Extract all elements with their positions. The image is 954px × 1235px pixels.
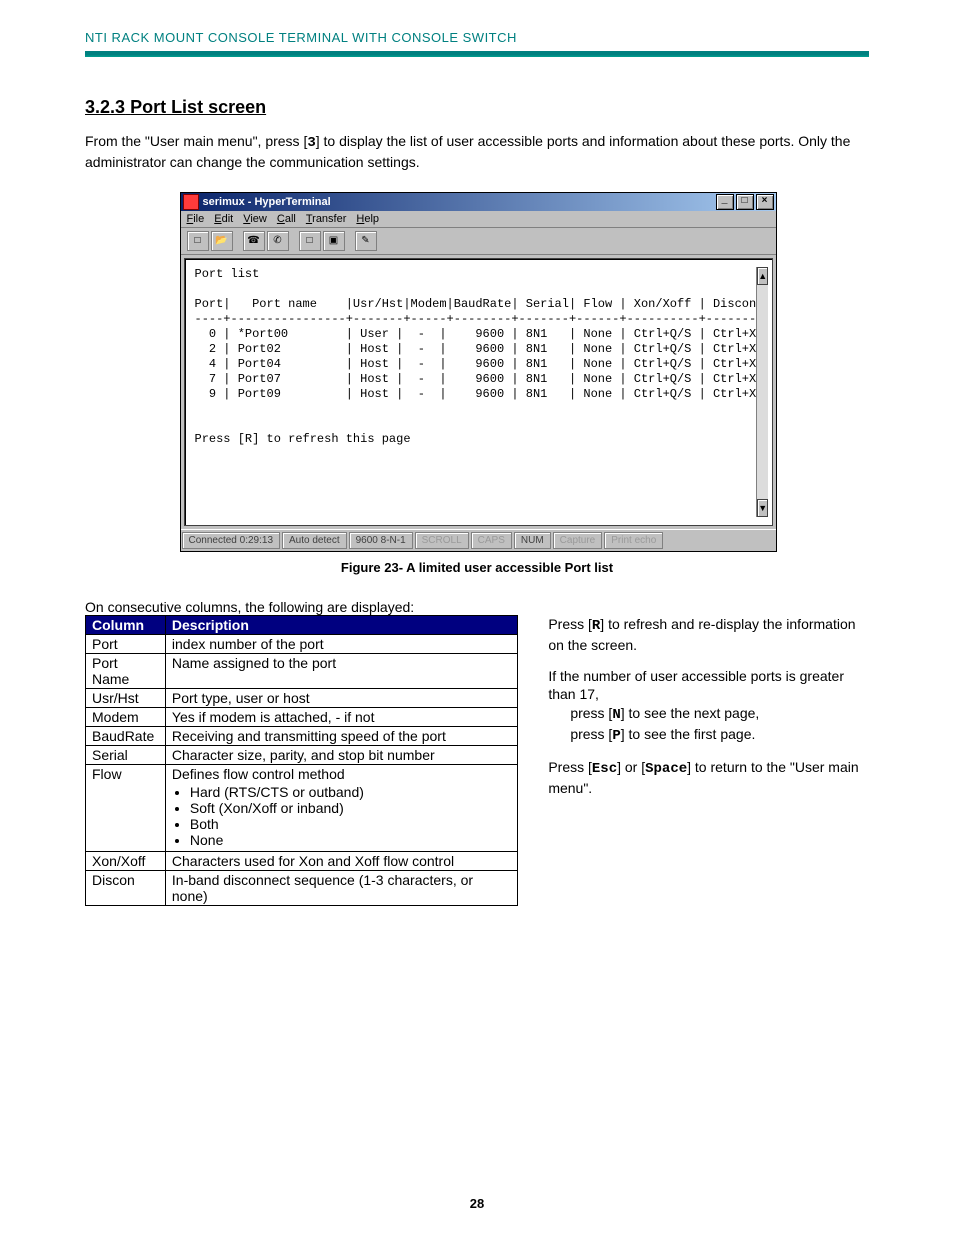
menu-view[interactable]: View [243, 213, 267, 225]
figure-caption: Figure 23- A limited user accessible Por… [85, 560, 869, 575]
table-header-description: Description [165, 615, 517, 634]
hyperterminal-window: serimux - HyperTerminal _ □ × File Edit … [180, 192, 777, 552]
toolbar-call-icon[interactable]: ☎ [243, 231, 265, 251]
menu-bar: File Edit View Call Transfer Help [181, 211, 776, 228]
table-cell-description: Characters used for Xon and Xoff flow co… [165, 851, 517, 870]
table-cell-description: Defines flow control methodHard (RTS/CTS… [165, 764, 517, 851]
section-heading: 3.2.3 Port List screen [85, 97, 869, 118]
page-number: 28 [0, 1196, 954, 1211]
toolbar-receive-icon[interactable]: ▣ [323, 231, 345, 251]
note-paging: If the number of user accessible ports i… [548, 667, 869, 747]
table-cell-description: Yes if modem is attached, - if not [165, 707, 517, 726]
toolbar: □ 📂 ☎ ✆ □ ▣ ✎ [181, 228, 776, 255]
table-row: Port NameName assigned to the port [86, 653, 518, 688]
table-cell-column: Usr/Hst [86, 688, 166, 707]
table-cell-column: Discon [86, 870, 166, 905]
menu-help[interactable]: Help [356, 213, 379, 225]
status-caps: CAPS [471, 532, 512, 549]
header-rule [85, 51, 869, 57]
table-cell-description: Character size, parity, and stop bit num… [165, 745, 517, 764]
list-item: Both [190, 816, 511, 832]
section-number: 3.2.3 [85, 97, 125, 117]
scroll-track[interactable] [757, 285, 768, 499]
table-cell-description: In-band disconnect sequence (1-3 charact… [165, 870, 517, 905]
menu-transfer[interactable]: Transfer [306, 213, 347, 225]
status-capture: Capture [553, 532, 603, 549]
list-item: Hard (RTS/CTS or outband) [190, 784, 511, 800]
status-scroll: SCROLL [415, 532, 469, 549]
table-cell-column: Serial [86, 745, 166, 764]
table-row: FlowDefines flow control methodHard (RTS… [86, 764, 518, 851]
table-cell-column: BaudRate [86, 726, 166, 745]
window-title: serimux - HyperTerminal [203, 196, 331, 208]
status-bar: Connected 0:29:13 Auto detect 9600 8-N-1… [181, 529, 776, 551]
key-P: P [612, 728, 620, 744]
table-row: Usr/HstPort type, user or host [86, 688, 518, 707]
note-refresh: Press [R] to refresh and re-display the … [548, 615, 869, 655]
status-num: NUM [514, 532, 551, 549]
key-Space: Space [645, 761, 687, 777]
table-row: BaudRateReceiving and transmitting speed… [86, 726, 518, 745]
table-cell-column: Xon/Xoff [86, 851, 166, 870]
menu-file[interactable]: File [187, 213, 205, 225]
table-row: SerialCharacter size, parity, and stop b… [86, 745, 518, 764]
maximize-button[interactable]: □ [736, 194, 754, 210]
toolbar-properties-icon[interactable]: ✎ [355, 231, 377, 251]
toolbar-send-icon[interactable]: □ [299, 231, 321, 251]
key-3: 3 [307, 135, 315, 151]
status-mode: 9600 8-N-1 [349, 532, 413, 549]
table-cell-column: Port Name [86, 653, 166, 688]
scroll-up-icon[interactable]: ▲ [757, 267, 768, 285]
table-cell-column: Flow [86, 764, 166, 851]
table-cell-description: Port type, user or host [165, 688, 517, 707]
app-icon [183, 194, 199, 210]
table-row: Xon/XoffCharacters used for Xon and Xoff… [86, 851, 518, 870]
table-row: DisconIn-band disconnect sequence (1-3 c… [86, 870, 518, 905]
table-row: ModemYes if modem is attached, - if not [86, 707, 518, 726]
status-detect: Auto detect [282, 532, 347, 549]
table-header-column: Column [86, 615, 166, 634]
table-cell-column: Modem [86, 707, 166, 726]
minimize-button[interactable]: _ [716, 194, 734, 210]
window-titlebar: serimux - HyperTerminal _ □ × [181, 193, 776, 211]
table-cell-description: index number of the port [165, 634, 517, 653]
table-cell-description: Receiving and transmitting speed of the … [165, 726, 517, 745]
toolbar-hangup-icon[interactable]: ✆ [267, 231, 289, 251]
terminal-content: Port list Port| Port name |Usr/Hst|Modem… [195, 267, 757, 517]
table-cell-column: Port [86, 634, 166, 653]
key-Esc: Esc [592, 761, 617, 777]
menu-edit[interactable]: Edit [214, 213, 233, 225]
menu-call[interactable]: Call [277, 213, 296, 225]
side-notes: Press [R] to refresh and re-display the … [548, 615, 869, 810]
vertical-scrollbar[interactable]: ▲ ▼ [756, 267, 768, 517]
terminal-viewport: Port list Port| Port name |Usr/Hst|Modem… [184, 258, 773, 526]
scroll-down-icon[interactable]: ▼ [757, 499, 768, 517]
list-item: None [190, 832, 511, 848]
table-row: Portindex number of the port [86, 634, 518, 653]
table-cell-description: Name assigned to the port [165, 653, 517, 688]
list-item: Soft (Xon/Xoff or inband) [190, 800, 511, 816]
status-printecho: Print echo [604, 532, 663, 549]
toolbar-new-icon[interactable]: □ [187, 231, 209, 251]
screenshot-figure: serimux - HyperTerminal _ □ × File Edit … [180, 192, 775, 552]
section-title: Port List screen [130, 97, 266, 117]
running-header: NTI RACK MOUNT CONSOLE TERMINAL WITH CON… [85, 30, 869, 45]
status-connected: Connected 0:29:13 [182, 532, 281, 549]
note-return: Press [Esc] or [Space] to return to the … [548, 758, 869, 798]
toolbar-open-icon[interactable]: 📂 [211, 231, 233, 251]
close-button[interactable]: × [756, 194, 774, 210]
key-N: N [612, 707, 620, 723]
flow-options-list: Hard (RTS/CTS or outband)Soft (Xon/Xoff … [190, 784, 511, 848]
column-description-table: Column Description Portindex number of t… [85, 615, 518, 906]
table-lead-in: On consecutive columns, the following ar… [85, 599, 869, 615]
intro-paragraph: From the "User main menu", press [3] to … [85, 132, 869, 172]
